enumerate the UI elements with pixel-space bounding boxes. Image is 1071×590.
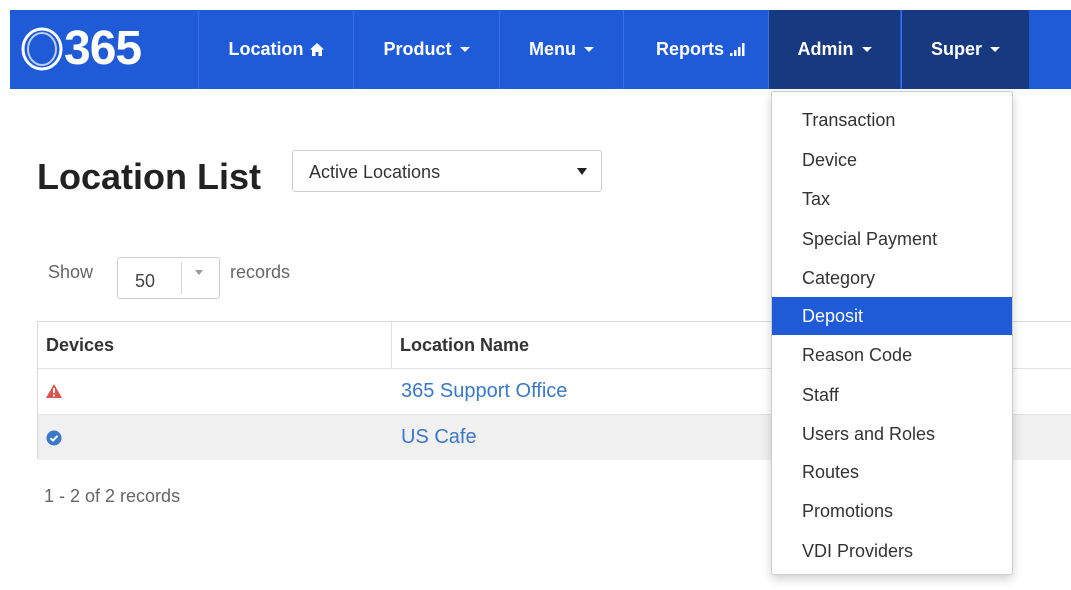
menu-item-tax[interactable]: Tax xyxy=(772,180,1012,218)
column-header-devices[interactable]: Devices xyxy=(38,322,391,368)
records-label: records xyxy=(230,262,291,282)
window-left-margin xyxy=(0,10,10,590)
menu-item-routes[interactable]: Routes xyxy=(772,453,1012,491)
home-icon xyxy=(309,43,324,56)
nav-menu-label: Menu xyxy=(529,39,576,59)
menu-item-device[interactable]: Device xyxy=(772,141,1012,179)
nav-super[interactable]: Super xyxy=(901,10,1029,89)
nav-reports-label: Reports xyxy=(655,39,724,59)
warning-triangle-icon[interactable] xyxy=(46,384,62,403)
menu-item-deposit[interactable]: Deposit xyxy=(772,297,1012,335)
menu-item-promotions[interactable]: Promotions xyxy=(772,492,1012,530)
brand-logo[interactable]: 365 xyxy=(20,22,180,76)
menu-item-staff[interactable]: Staff xyxy=(772,376,1012,414)
nav-product[interactable]: Product xyxy=(353,10,499,89)
top-navbar: 365 Location Product Menu Reports Admin … xyxy=(10,10,1071,89)
location-link[interactable]: US Cafe xyxy=(401,426,477,449)
select-divider xyxy=(181,262,182,294)
location-filter-value: Active Locations xyxy=(309,162,441,182)
signal-bars-icon xyxy=(730,43,745,56)
nav-super-label: Super xyxy=(930,39,982,59)
dropdown-arrow-icon xyxy=(577,168,587,175)
chevron-down-icon xyxy=(459,47,470,52)
menu-item-category[interactable]: Category xyxy=(772,259,1012,297)
nav-product-label: Product xyxy=(383,39,452,59)
page-size-select[interactable]: 50 xyxy=(117,257,220,299)
menu-item-reason-code[interactable]: Reason Code xyxy=(772,336,1012,374)
nav-reports[interactable]: Reports xyxy=(623,10,778,89)
nav-location-label: Location xyxy=(228,39,304,59)
location-link[interactable]: 365 Support Office xyxy=(401,380,567,403)
brand-logo-text: 365 xyxy=(64,22,142,75)
nav-admin[interactable]: Admin xyxy=(768,10,900,89)
page-title: Location List xyxy=(37,156,261,197)
show-label: Show xyxy=(48,262,94,282)
menu-item-transaction[interactable]: Transaction xyxy=(772,101,1012,139)
location-filter-select[interactable]: Active Locations xyxy=(292,150,602,192)
nav-location[interactable]: Location xyxy=(198,10,353,89)
check-circle-icon[interactable] xyxy=(46,430,62,451)
dropdown-arrow-icon xyxy=(195,270,203,275)
menu-item-special-payment[interactable]: Special Payment xyxy=(772,220,1012,258)
menu-item-users-and-roles[interactable]: Users and Roles xyxy=(772,415,1012,453)
records-count: 1 - 2 of 2 records xyxy=(44,486,181,506)
menu-item-vdi-providers[interactable]: VDI Providers xyxy=(772,532,1012,570)
ring-logo-icon xyxy=(21,27,63,71)
admin-dropdown-menu: Transaction Device Tax Special Payment C… xyxy=(771,91,1013,575)
page-size-value: 50 xyxy=(135,271,156,291)
window-top-margin xyxy=(0,0,1071,10)
chevron-down-icon xyxy=(861,47,872,52)
nav-admin-label: Admin xyxy=(797,39,854,59)
nav-menu[interactable]: Menu xyxy=(499,10,623,89)
chevron-down-icon xyxy=(990,47,1000,52)
chevron-down-icon xyxy=(584,47,594,52)
